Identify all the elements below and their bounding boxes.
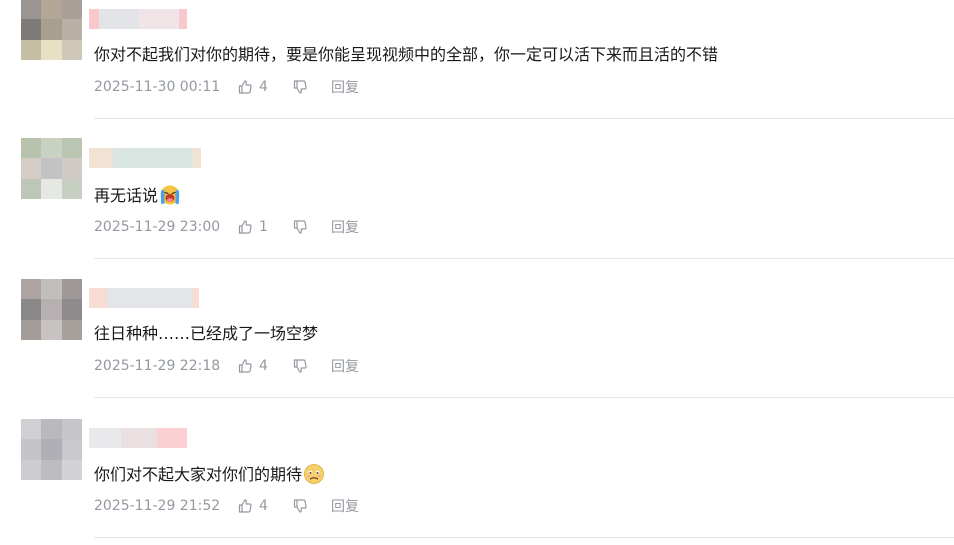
like-button[interactable]: 4 (237, 498, 269, 514)
comment-time: 2025-11-29 21:52 (94, 498, 221, 514)
username-blurred[interactable] (89, 9, 187, 29)
like-button[interactable]: 4 (237, 358, 269, 374)
dislike-button[interactable] (292, 358, 308, 374)
reply-button[interactable]: 回复 (331, 356, 359, 376)
like-button[interactable]: 1 (237, 219, 269, 235)
sad-face-emoji-icon (304, 464, 324, 484)
thumbs-up-icon (238, 499, 252, 513)
thumbs-down-icon (293, 80, 307, 94)
username-blurred[interactable] (89, 148, 201, 168)
comment-meta: 2025-11-30 00:11 4 回复 (94, 77, 359, 97)
comment-text: 往日种种……已经成了一场空梦 (94, 324, 319, 343)
thumbs-down-icon (293, 359, 307, 373)
reply-button[interactable]: 回复 (331, 77, 359, 97)
like-count: 1 (259, 219, 268, 235)
comment-time: 2025-11-29 23:00 (94, 219, 221, 235)
dislike-button[interactable] (292, 498, 308, 514)
divider (94, 258, 954, 259)
thumbs-up-icon (238, 220, 252, 234)
comment-time: 2025-11-29 22:18 (94, 358, 221, 374)
crying-emoji-icon (160, 185, 180, 205)
like-count: 4 (259, 79, 268, 95)
comment-meta: 2025-11-29 22:18 4 回复 (94, 356, 359, 376)
thumbs-up-icon (238, 80, 252, 94)
dislike-button[interactable] (292, 79, 308, 95)
comment-time: 2025-11-30 00:11 (94, 79, 221, 95)
thumbs-down-icon (293, 499, 307, 513)
avatar[interactable] (21, 0, 82, 60)
reply-button[interactable]: 回复 (331, 217, 359, 237)
comment-meta: 2025-11-29 23:00 1 回复 (94, 217, 359, 237)
username-blurred[interactable] (89, 288, 199, 308)
username-blurred[interactable] (89, 428, 187, 448)
divider (94, 118, 954, 119)
comment-text: 再无话说 (94, 184, 181, 207)
divider (94, 397, 954, 398)
like-button[interactable]: 4 (237, 79, 269, 95)
like-count: 4 (259, 498, 268, 514)
divider (94, 537, 954, 538)
avatar[interactable] (21, 279, 82, 340)
like-count: 4 (259, 358, 268, 374)
thumbs-down-icon (293, 220, 307, 234)
thumbs-up-icon (238, 359, 252, 373)
comment-meta: 2025-11-29 21:52 4 回复 (94, 496, 359, 516)
avatar[interactable] (21, 138, 82, 199)
avatar[interactable] (21, 419, 82, 480)
comment-text: 你对不起我们对你的期待，要是你能呈现视频中的全部，你一定可以活下来而且活的不错 (94, 45, 719, 64)
reply-button[interactable]: 回复 (331, 496, 359, 516)
dislike-button[interactable] (292, 219, 308, 235)
comment-text: 你们对不起大家对你们的期待 (94, 463, 325, 486)
